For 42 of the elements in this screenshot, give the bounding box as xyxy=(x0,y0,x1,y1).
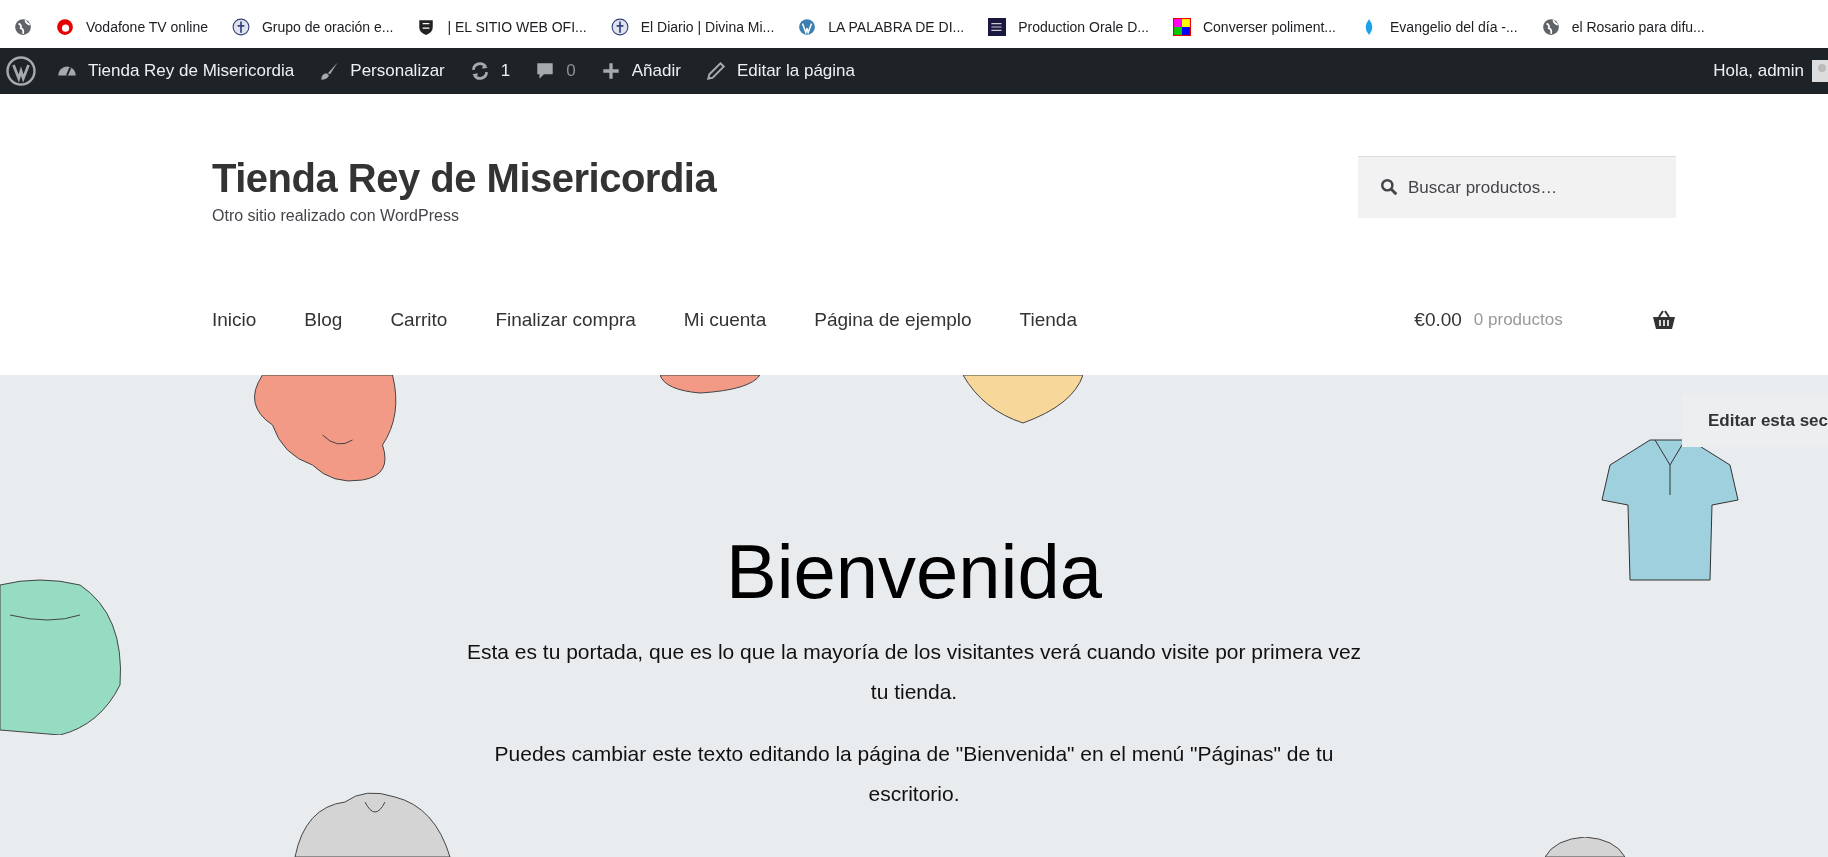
edit-menu-item[interactable]: Editar la página xyxy=(704,60,855,82)
customize-menu-item[interactable]: Personalizar xyxy=(318,60,445,82)
nav-link[interactable]: Finalizar compra xyxy=(495,309,636,331)
globe-icon[interactable] xyxy=(14,17,32,36)
wordpress-logo-icon xyxy=(798,17,817,36)
bookmark[interactable]: Converser poliment... xyxy=(1172,17,1336,36)
nav-link[interactable]: Carrito xyxy=(390,309,448,331)
pencil-icon xyxy=(704,60,727,82)
search-field[interactable]: Buscar productos… xyxy=(1358,156,1676,218)
site-tagline: Otro sitio realizado con WordPress xyxy=(212,207,460,225)
bookmark[interactable]: el Rosario para difu... xyxy=(1541,17,1705,36)
bookmark[interactable]: Grupo de oración e... xyxy=(231,17,394,36)
hero-title: Bienvenida xyxy=(724,530,1104,614)
hero-paragraph: Esta es tu portada, que es lo que la mayoría de los visitantes verá cuando visite por primera vez tu tienda. xyxy=(465,638,1363,705)
new-menu-item[interactable]: Añadir xyxy=(599,60,681,82)
square-logo-icon xyxy=(988,17,1007,36)
hero-paragraph: Puedes cambiar este texto editando la página de "Bienvenida" en el menú "Páginas" de tu escritorio. xyxy=(493,740,1335,807)
globe-icon xyxy=(1541,17,1560,36)
bookmark[interactable]: LA PALABRA DE DI... xyxy=(798,17,965,36)
comments-menu-item[interactable]: 0 xyxy=(534,60,576,82)
bookmark[interactable]: Vodafone TV online xyxy=(56,17,208,36)
site-menu-item[interactable]: Tienda Rey de Misericordia xyxy=(56,60,295,82)
seal-icon xyxy=(610,17,629,36)
nav-link[interactable]: Blog xyxy=(304,309,343,331)
wordpress-logo-icon[interactable] xyxy=(6,56,36,86)
squares-icon xyxy=(1172,17,1191,36)
updates-menu-item[interactable]: 1 xyxy=(468,60,511,82)
seal-icon xyxy=(231,17,250,36)
bookmark[interactable]: Production Orale D... xyxy=(988,17,1149,36)
bookmark[interactable]: | EL SITIO WEB OFI... xyxy=(417,17,587,36)
account-menu[interactable]: Hola, admin xyxy=(1713,60,1828,82)
site-title[interactable]: Tienda Rey de Misericordia xyxy=(212,156,717,201)
nav-link[interactable]: Mi cuenta xyxy=(683,309,767,331)
nav-link[interactable]: Tienda xyxy=(1019,309,1077,331)
nav-link[interactable]: Página de ejemplo xyxy=(814,309,972,331)
nav-link[interactable]: Inicio xyxy=(212,309,257,331)
bookmark[interactable]: Evangelio del día -... xyxy=(1360,17,1518,36)
avatar-icon xyxy=(1812,60,1828,82)
bookmark[interactable]: El Diario | Divina Mi... xyxy=(610,17,775,36)
basket-icon[interactable] xyxy=(1652,310,1676,330)
cart-total[interactable]: €0.00 xyxy=(1414,309,1462,331)
shield-icon xyxy=(417,17,436,36)
